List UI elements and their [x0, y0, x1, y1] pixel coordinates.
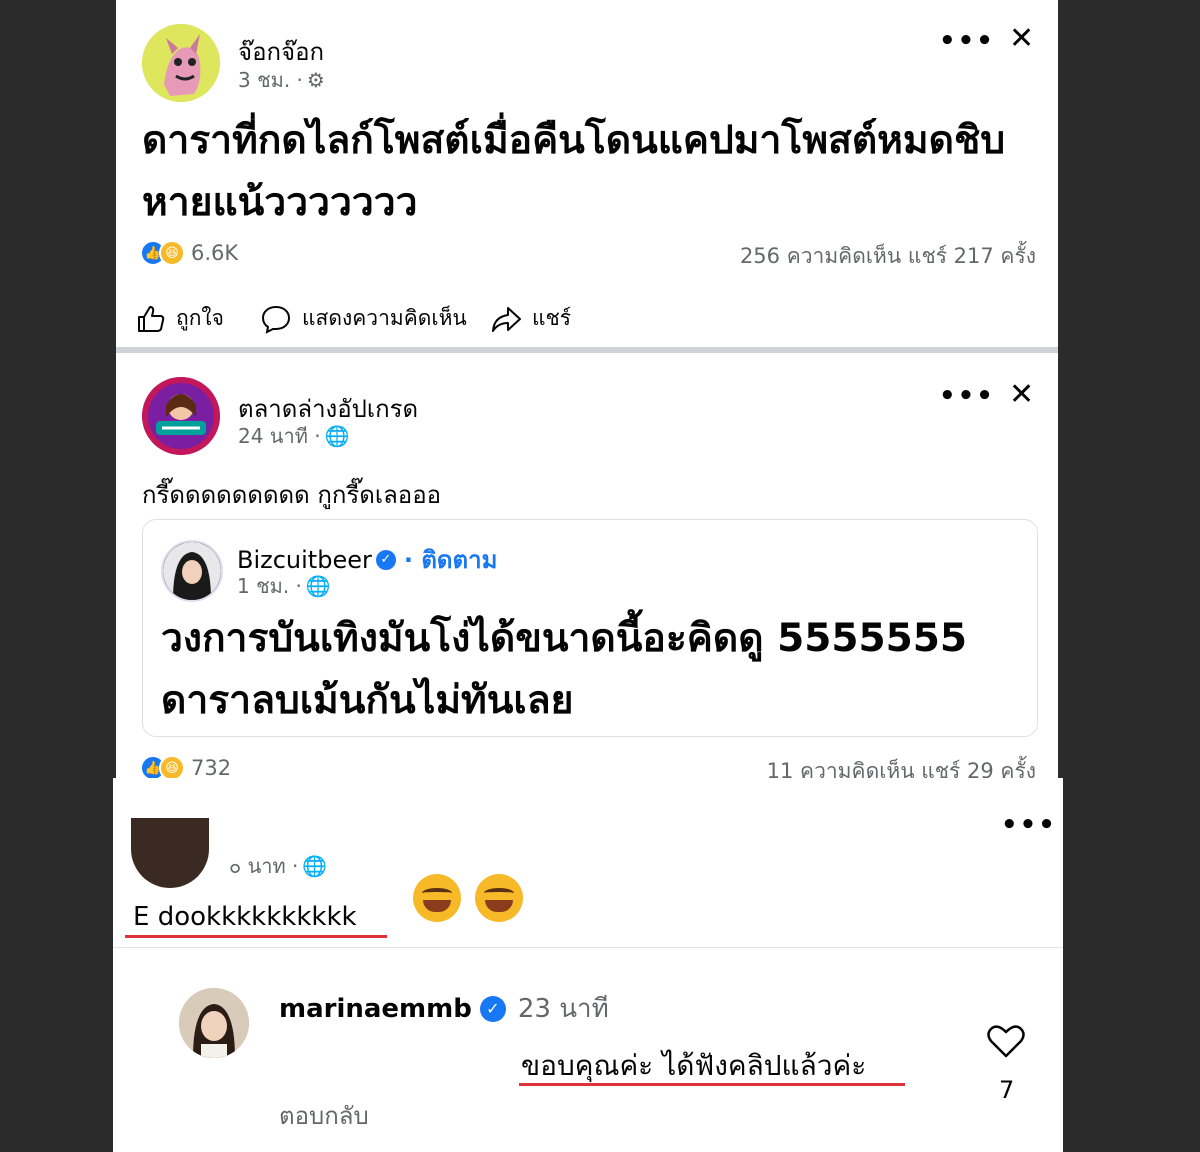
reply-header: marinaemmb ✓ 23 นาที — [279, 988, 609, 1029]
comments-section: ••• ๐ นาท · 🌐 E dookkkkkkkkkk marinaemmb… — [113, 778, 1063, 1152]
comment-button[interactable]: แสดงความคิดเห็น — [260, 302, 467, 335]
reply-author[interactable]: marinaemmb — [279, 994, 472, 1024]
heart-icon[interactable] — [987, 1024, 1025, 1062]
post-meta: 3 ชม. · ⚙ — [238, 64, 325, 96]
reaction-count: 732 — [191, 756, 232, 778]
post-card-2: ตลาดล่างอัปเกรด 24 นาที · 🌐 ••• ✕ กรี๊ดด… — [116, 353, 1058, 778]
avatar[interactable] — [131, 818, 209, 888]
shared-post-meta: 1 ชม. · 🌐 — [237, 570, 331, 602]
more-options-button[interactable]: ••• — [939, 383, 995, 409]
close-button[interactable]: ✕ — [1009, 24, 1034, 54]
comment-bubble-icon — [261, 305, 291, 334]
profile-photo-icon — [163, 542, 221, 600]
comment-label: แสดงความคิดเห็น — [302, 306, 467, 330]
share-label: แชร์ — [532, 306, 572, 330]
thumbs-up-icon — [138, 305, 165, 332]
avatar[interactable] — [179, 988, 249, 1058]
highlight-underline — [519, 1083, 905, 1086]
close-button[interactable]: ✕ — [1009, 380, 1034, 410]
shared-post-card[interactable]: Bizcuitbeer ✓ · ติดตาม 1 ชม. · 🌐 วงการบั… — [142, 519, 1038, 737]
laughing-emoji-icon — [413, 874, 461, 922]
follow-button[interactable]: · ติดตาม — [404, 540, 498, 579]
haha-reaction-icon: 😆 — [159, 240, 185, 266]
shared-post-time[interactable]: 1 ชม. · — [237, 570, 302, 602]
like-label: ถูกใจ — [176, 306, 224, 330]
comment-time[interactable]: ๐ นาท · — [229, 850, 298, 882]
post-caption: กรี๊ดดดดดดดดด กูกรี๊ดเลอออ — [142, 481, 442, 509]
post-meta: 24 นาที · 🌐 — [238, 420, 350, 452]
highlight-underline — [125, 935, 387, 938]
globe-icon: 🌐 — [305, 574, 331, 598]
avatar[interactable] — [142, 24, 220, 102]
shared-post-text: วงการบันเทิงมันโง่ได้ขนาดนี้อะคิดดู 5555… — [161, 616, 968, 723]
haha-reaction-icon: 😆 — [159, 755, 185, 778]
more-options-button[interactable]: ••• — [939, 28, 995, 54]
comment-text: E dookkkkkkkkkk — [133, 902, 357, 932]
post-time[interactable]: 3 ชม. · — [238, 64, 303, 96]
like-button[interactable]: ถูกใจ — [136, 302, 224, 335]
emoji-reaction — [413, 874, 537, 926]
more-options-button[interactable]: ••• — [1001, 812, 1057, 838]
page-logo-icon — [142, 377, 220, 455]
avatar[interactable] — [161, 540, 223, 602]
laughing-emoji-icon — [475, 874, 523, 922]
verified-badge-icon: ✓ — [375, 549, 396, 570]
reaction-count: 6.6K — [191, 241, 239, 265]
avatar[interactable] — [142, 377, 220, 455]
globe-icon: 🌐 — [302, 854, 328, 878]
heart-icon — [987, 1025, 1025, 1058]
verified-badge-icon: ✓ — [479, 995, 506, 1022]
post-stats[interactable]: 256 ความคิดเห็น แชร์ 217 ครั้ง — [740, 240, 1036, 273]
profile-photo-icon — [179, 988, 249, 1058]
character-avatar-icon — [142, 24, 220, 102]
post-stats[interactable]: 11 ความคิดเห็น แชร์ 29 ครั้ง — [767, 755, 1036, 778]
like-count: 7 — [999, 1076, 1015, 1104]
post-text: ดาราที่กดไลก์โพสต์เมื่อคืนโดนแคปมาโพสต์ห… — [142, 118, 1006, 225]
comment-meta: ๐ นาท · 🌐 — [229, 850, 327, 882]
share-button[interactable]: แชร์ — [490, 302, 571, 335]
share-arrow-icon — [492, 306, 521, 332]
gear-icon: ⚙ — [306, 68, 325, 92]
reaction-summary[interactable]: 👍 😆 6.6K — [140, 240, 238, 266]
post-card-1: จ๊อกจ๊อก 3 ชม. · ⚙ ••• ✕ ดาราที่กดไลก์โพ… — [116, 0, 1058, 347]
reply-button[interactable]: ตอบกลับ — [279, 1096, 369, 1135]
post-time[interactable]: 24 นาที · — [238, 420, 321, 452]
comment-divider — [113, 947, 1063, 948]
reply-text: ขอบคุณค่ะ ได้ฟังคลิปแล้วค่ะ — [521, 1049, 867, 1082]
reply-time: 23 นาที — [517, 994, 609, 1024]
reaction-summary[interactable]: 👍 😆 732 — [140, 755, 231, 778]
globe-icon: 🌐 — [324, 424, 350, 448]
